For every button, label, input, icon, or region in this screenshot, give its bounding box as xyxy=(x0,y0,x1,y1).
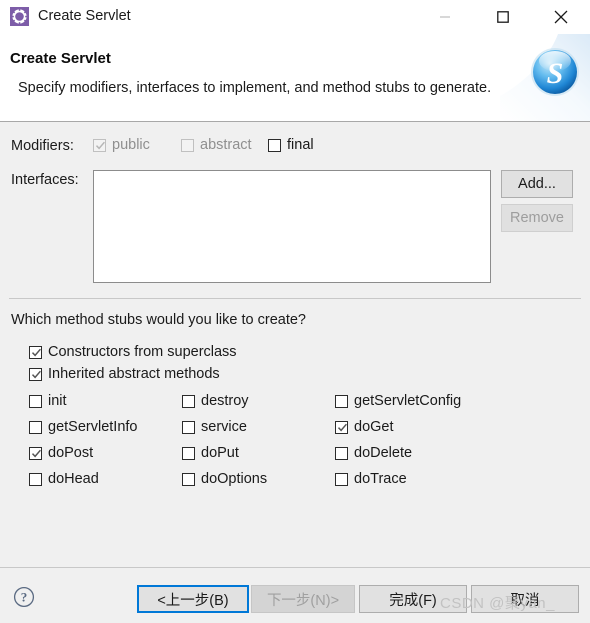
modifier-checkbox-final[interactable]: final xyxy=(268,137,314,153)
checkbox-getservletconfig[interactable]: getServletConfig xyxy=(335,393,461,409)
next-button[interactable]: 下一步(N)> xyxy=(251,585,355,613)
checkbox-dooptions[interactable]: doOptions xyxy=(182,471,267,487)
checkbox-init[interactable]: init xyxy=(29,393,67,409)
checkbox-dopost[interactable]: doPost xyxy=(29,445,93,461)
checkbox-label: doHead xyxy=(48,471,99,487)
servlet-blue-s-sphere-icon: S xyxy=(500,34,590,121)
checkbox-box xyxy=(29,345,42,359)
checkbox-label: destroy xyxy=(201,393,249,409)
checkbox-box xyxy=(29,472,42,486)
interfaces-list[interactable] xyxy=(93,170,491,283)
servlet-gear-icon xyxy=(10,7,29,26)
modifier-checkbox-public[interactable]: public xyxy=(93,137,150,153)
maximize-icon[interactable] xyxy=(480,0,526,34)
checkbox-box xyxy=(29,446,42,460)
checkbox-box xyxy=(182,446,195,460)
checkbox-box xyxy=(181,138,194,152)
checkbox-label: service xyxy=(201,419,247,435)
checkbox-box xyxy=(29,367,42,381)
checkbox-box xyxy=(335,472,348,486)
method-stubs-question: Which method stubs would you like to cre… xyxy=(11,312,306,328)
checkbox-label: Constructors from superclass xyxy=(48,344,237,360)
checkbox-inherited-abstract-methods[interactable]: Inherited abstract methods xyxy=(29,366,220,382)
checkbox-label: doPut xyxy=(201,445,239,461)
checkbox-doput[interactable]: doPut xyxy=(182,445,239,461)
page-title: Create Servlet xyxy=(10,50,111,67)
checkbox-constructors-from-superclass[interactable]: Constructors from superclass xyxy=(29,344,237,360)
checkbox-label: doOptions xyxy=(201,471,268,487)
checkbox-box xyxy=(335,446,348,460)
checkbox-doget[interactable]: doGet xyxy=(335,419,394,435)
window-title: Create Servlet xyxy=(38,8,131,24)
create-servlet-dialog: Create Servlet Create Servlet Specify mo… xyxy=(0,0,590,623)
modifiers-label: Modifiers: xyxy=(11,138,74,154)
svg-text:?: ? xyxy=(21,590,28,605)
checkbox-dotrace[interactable]: doTrace xyxy=(335,471,407,487)
checkbox-label: Inherited abstract methods xyxy=(48,366,220,382)
add-interface-button[interactable]: Add... xyxy=(501,170,573,198)
back-button[interactable]: <上一步(B) xyxy=(137,585,249,613)
page-description: Specify modifiers, interfaces to impleme… xyxy=(18,80,492,96)
checkbox-box xyxy=(93,138,106,152)
checkbox-label: getServletInfo xyxy=(48,419,138,435)
checkbox-destroy[interactable]: destroy xyxy=(182,393,249,409)
modifier-label-final: final xyxy=(287,137,314,153)
checkbox-box xyxy=(182,420,195,434)
remove-interface-button[interactable]: Remove xyxy=(501,204,573,232)
checkbox-label: doDelete xyxy=(354,445,413,461)
modifier-checkbox-abstract[interactable]: abstract xyxy=(181,137,252,153)
cancel-button[interactable]: 取消 xyxy=(471,585,579,613)
finish-button[interactable]: 完成(F) xyxy=(359,585,467,613)
checkbox-box xyxy=(29,394,42,408)
checkbox-box xyxy=(182,472,195,486)
interfaces-label: Interfaces: xyxy=(11,172,79,188)
dialog-header: Create Servlet Specify modifiers, interf… xyxy=(0,34,590,122)
minimize-icon[interactable] xyxy=(422,0,468,34)
checkbox-box xyxy=(335,394,348,408)
checkbox-label: doTrace xyxy=(354,471,407,487)
checkbox-box xyxy=(182,394,195,408)
title-bar: Create Servlet xyxy=(0,0,590,34)
dialog-body: Modifiers: public abstract final Interfa… xyxy=(0,122,590,567)
checkbox-label: getServletConfig xyxy=(354,393,462,409)
svg-text:S: S xyxy=(547,57,564,90)
checkbox-dohead[interactable]: doHead xyxy=(29,471,99,487)
checkbox-box xyxy=(335,420,348,434)
dialog-footer: ? <上一步(B) 下一步(N)> 完成(F) 取消 xyxy=(0,567,590,623)
checkbox-label: init xyxy=(48,393,67,409)
checkbox-service[interactable]: service xyxy=(182,419,247,435)
modifier-label-abstract: abstract xyxy=(200,137,252,153)
section-divider xyxy=(9,298,581,299)
help-question-icon[interactable]: ? xyxy=(13,586,35,608)
modifier-label-public: public xyxy=(112,137,150,153)
checkbox-box xyxy=(29,420,42,434)
checkbox-dodelete[interactable]: doDelete xyxy=(335,445,412,461)
checkbox-label: doPost xyxy=(48,445,94,461)
checkbox-getservletinfo[interactable]: getServletInfo xyxy=(29,419,137,435)
checkbox-label: doGet xyxy=(354,419,394,435)
close-icon[interactable] xyxy=(538,0,584,34)
checkbox-box xyxy=(268,138,281,152)
